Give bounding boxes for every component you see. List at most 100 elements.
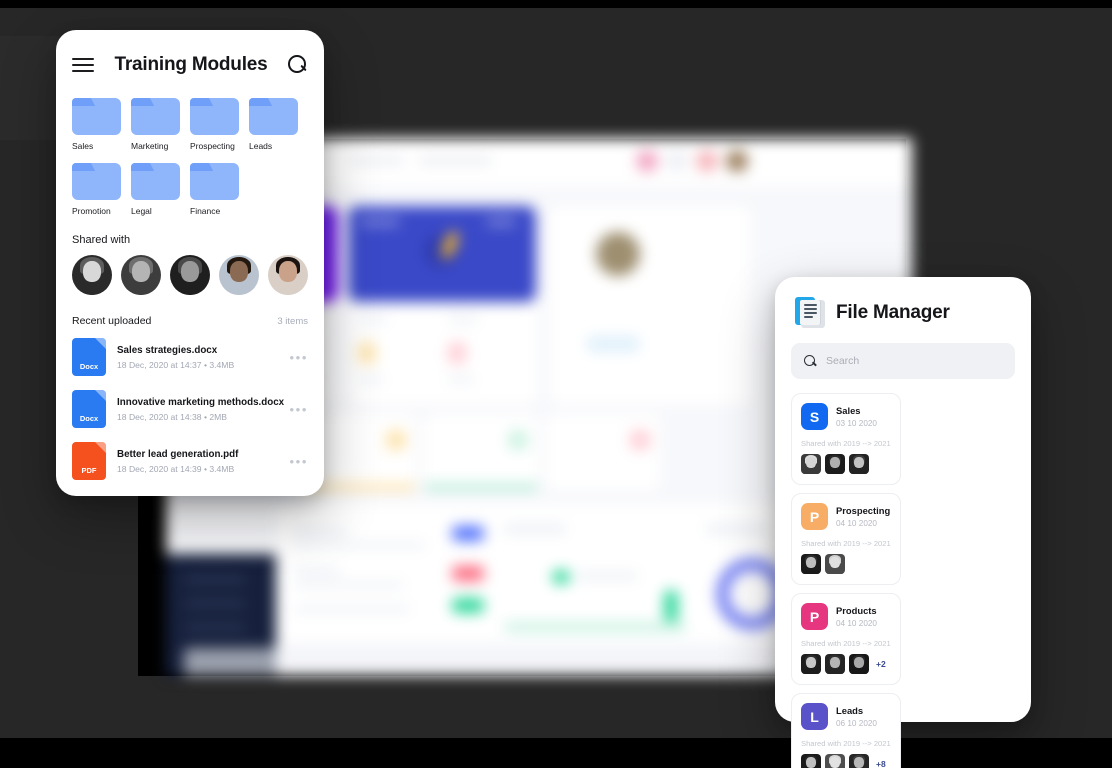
- avatar[interactable]: [801, 654, 821, 674]
- folder-card-text: Products 04 10 2020: [836, 605, 877, 628]
- file-meta: Sales strategies.docx 18 Dec, 2020 at 14:…: [117, 345, 284, 370]
- file-extension-label: PDF: [81, 466, 97, 475]
- bg-avatar-1: [636, 150, 658, 172]
- avatar[interactable]: [268, 255, 308, 295]
- folder-card[interactable]: P Products 04 10 2020 Shared with 2019 --> …: [791, 593, 901, 685]
- folder-card-grid: S Sales 03 10 2020 Shared with 2019 --> 202…: [775, 379, 1031, 768]
- avatar[interactable]: [801, 554, 821, 574]
- search-input[interactable]: [826, 355, 1002, 367]
- folder-card-text: Prospecting 04 10 2020: [836, 505, 890, 528]
- folder-card-name: Prospecting: [836, 505, 891, 517]
- avatar[interactable]: [825, 454, 845, 474]
- folder-item[interactable]: Marketing: [131, 98, 189, 151]
- file-type-icon: Docx: [72, 390, 106, 428]
- folder-card-header: P Products 04 10 2020: [801, 603, 891, 630]
- bg-avatar-3: [696, 150, 718, 172]
- bg-right-title: [504, 524, 566, 534]
- file-manager-title: File Manager: [836, 302, 950, 323]
- folder-card-name: Sales: [836, 405, 861, 417]
- folder-label: Leads: [249, 141, 273, 151]
- recent-uploaded-header: Recent uploaded 3 items: [72, 315, 308, 327]
- folder-item[interactable]: Leads: [249, 98, 307, 151]
- hamburger-icon[interactable]: [72, 58, 94, 72]
- file-subtitle: 18 Dec, 2020 at 14:37 • 3.4MB: [117, 359, 235, 370]
- avatar[interactable]: [121, 255, 161, 295]
- folder-item[interactable]: Promotion: [72, 163, 130, 216]
- folder-card[interactable]: L Leads 06 10 2020 Shared with 2019 --> 202…: [791, 693, 901, 768]
- folder-shared-avatars: +2: [801, 654, 891, 674]
- folder-card[interactable]: P Prospecting 04 10 2020 Shared with 2019 -…: [791, 493, 901, 585]
- file-type-icon: Docx: [72, 338, 106, 376]
- folder-icon: [190, 163, 239, 200]
- folder-item[interactable]: Sales: [72, 98, 130, 151]
- avatar[interactable]: [849, 754, 869, 768]
- recent-file-list: Docx Sales strategies.docx 18 Dec, 2020 at…: [72, 331, 308, 487]
- bg-row-1-status: [452, 526, 484, 541]
- avatar-overflow-count: +8: [876, 759, 886, 768]
- bg-row-3-sub: [294, 606, 410, 612]
- file-extension-label: Docx: [79, 362, 99, 371]
- folder-item[interactable]: Finance: [190, 163, 248, 216]
- bg-right-bar: [664, 590, 678, 622]
- bg-row-3-status: [452, 598, 484, 613]
- folder-card-date: 06 10 2020: [836, 718, 877, 728]
- file-name: Sales strategies.docx: [117, 344, 218, 356]
- bg-line-b1: [358, 316, 388, 323]
- folder-item[interactable]: Prospecting: [190, 98, 248, 151]
- bg-far-title: [706, 524, 768, 534]
- portrait-graphic: [849, 454, 869, 474]
- bg-breadcrumb-2: [418, 156, 492, 165]
- document-stack-icon: [795, 297, 825, 329]
- folder-label: Promotion: [72, 206, 111, 216]
- more-options-icon[interactable]: •••: [284, 350, 308, 365]
- avatar[interactable]: [825, 654, 845, 674]
- avatar[interactable]: [219, 255, 259, 295]
- bg-bar-f: [424, 484, 538, 490]
- file-list-item[interactable]: Docx Innovative marketing methods.docx 18 …: [72, 383, 308, 435]
- folder-initial-badge: S: [801, 403, 828, 430]
- portrait-graphic: [825, 554, 845, 574]
- bg-icon-f: [508, 430, 528, 450]
- search-icon[interactable]: [288, 55, 308, 75]
- folder-shared-avatars: [801, 554, 891, 574]
- avatar[interactable]: [801, 454, 821, 474]
- portrait-graphic: [849, 754, 869, 768]
- portrait-graphic: [268, 255, 308, 295]
- folder-card[interactable]: S Sales 03 10 2020 Shared with 2019 --> 202…: [791, 393, 901, 485]
- screenshot-root: Training Modules Sales Marketing Prospecti…: [0, 0, 1112, 768]
- recent-uploaded-count: 3 items: [277, 316, 308, 327]
- bg-icon-e: [386, 430, 406, 450]
- folder-icon: [72, 163, 121, 200]
- bg-icon-g: [630, 430, 650, 450]
- portrait-graphic: [801, 754, 821, 768]
- bg-hero-b-label: [360, 218, 400, 226]
- file-list-item[interactable]: PDF Better lead generation.pdf 18 Dec, 202…: [72, 435, 308, 487]
- file-list-item[interactable]: Docx Sales strategies.docx 18 Dec, 2020 at…: [72, 331, 308, 383]
- more-options-icon[interactable]: •••: [284, 402, 308, 417]
- search-field-wrapper[interactable]: [791, 343, 1015, 379]
- folder-card-header: P Prospecting 04 10 2020: [801, 503, 891, 530]
- avatar[interactable]: [825, 754, 845, 768]
- avatar[interactable]: [170, 255, 210, 295]
- avatar[interactable]: [72, 255, 112, 295]
- folder-icon: [249, 98, 298, 135]
- bg-pill-b1: [358, 342, 376, 364]
- portrait-graphic: [121, 255, 161, 295]
- folder-shared-label: Shared with 2019 --> 2021: [801, 439, 891, 448]
- file-type-icon: PDF: [72, 442, 106, 480]
- more-options-icon[interactable]: •••: [284, 454, 308, 469]
- bg-right-strip: [504, 622, 686, 632]
- folder-grid: Sales Marketing Prospecting Leads Promotion L…: [72, 98, 308, 228]
- folder-icon: [190, 98, 239, 135]
- bg-hero-b-label2: [486, 218, 516, 226]
- bg-card-c: [550, 206, 750, 404]
- bg-right-sub: [576, 572, 638, 580]
- avatar[interactable]: [849, 454, 869, 474]
- avatar[interactable]: [825, 554, 845, 574]
- avatar[interactable]: [849, 654, 869, 674]
- avatar[interactable]: [801, 754, 821, 768]
- folder-item[interactable]: Legal: [131, 163, 189, 216]
- bg-breadcrumb-1: [350, 156, 404, 165]
- training-modules-panel: Training Modules Sales Marketing Prospecti…: [56, 30, 324, 496]
- portrait-graphic: [170, 255, 210, 295]
